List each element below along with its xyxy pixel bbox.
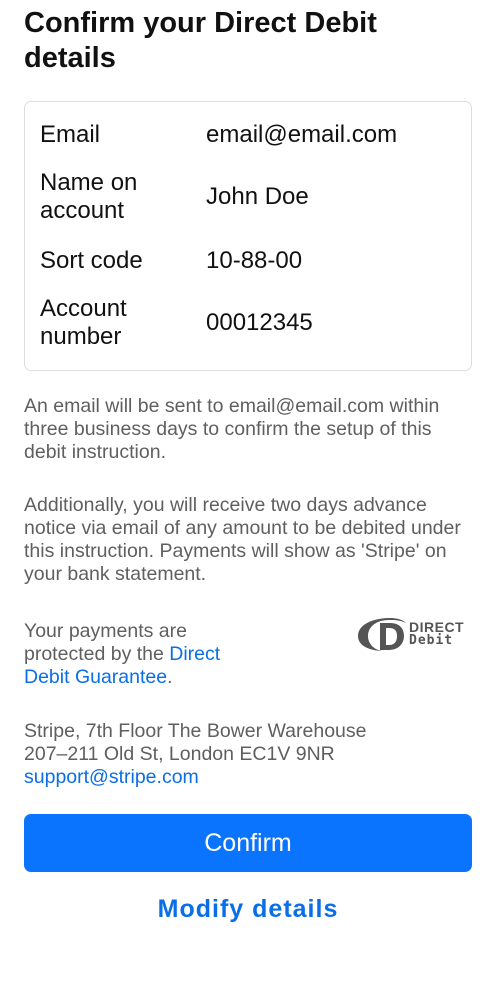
email-notice: An email will be sent to email@email.com… xyxy=(24,395,476,464)
company-address: Stripe, 7th Floor The Bower Warehouse 207… xyxy=(24,720,476,789)
advance-notice: Additionally, you will receive two days … xyxy=(24,494,461,585)
logo-line-1: DIRECT xyxy=(409,619,465,635)
direct-debit-logo-text: DIRECT Debit xyxy=(409,620,464,648)
detail-label: Sort code xyxy=(40,247,143,274)
detail-value: 00012345 xyxy=(206,309,313,336)
detail-row-email: Email email@email.com xyxy=(40,118,461,152)
detail-row-name: Name on account John Doe xyxy=(40,167,461,227)
detail-value: John Doe xyxy=(206,183,309,210)
direct-debit-logo-icon xyxy=(358,618,406,651)
support-email-link[interactable]: support@stripe.com xyxy=(24,766,199,788)
page-title: Confirm your Direct Debit details xyxy=(24,7,377,74)
address-line-1: Stripe, 7th Floor The Bower Warehouse xyxy=(24,720,367,742)
confirm-button[interactable]: Confirm xyxy=(24,814,472,872)
guarantee-notice: Your payments are protected by the Direc… xyxy=(24,620,264,689)
details-card: Email email@email.com Name on account Jo… xyxy=(24,101,472,371)
email-notice-address: email@email.com xyxy=(228,395,385,417)
guarantee-prefix: Your payments are protected by the xyxy=(24,620,187,665)
detail-label: Email xyxy=(40,121,101,148)
logo-line-2: Debit xyxy=(409,633,454,648)
email-notice-prefix: An email will be sent to xyxy=(24,395,229,417)
modify-details-link[interactable]: Modify details xyxy=(0,895,496,924)
direct-debit-logo: DIRECT Debit xyxy=(356,614,474,654)
detail-value: email@email.com xyxy=(206,121,398,148)
detail-label: Name on account xyxy=(40,169,138,224)
detail-label: Account number xyxy=(40,295,127,350)
detail-row-sort-code: Sort code 10-88-00 xyxy=(40,244,461,278)
detail-row-account-number: Account number 00012345 xyxy=(40,293,461,353)
guarantee-suffix: . xyxy=(167,666,173,688)
detail-value: 10-88-00 xyxy=(206,247,303,274)
address-line-2: 207–211 Old St, London EC1V 9NR xyxy=(24,743,335,765)
